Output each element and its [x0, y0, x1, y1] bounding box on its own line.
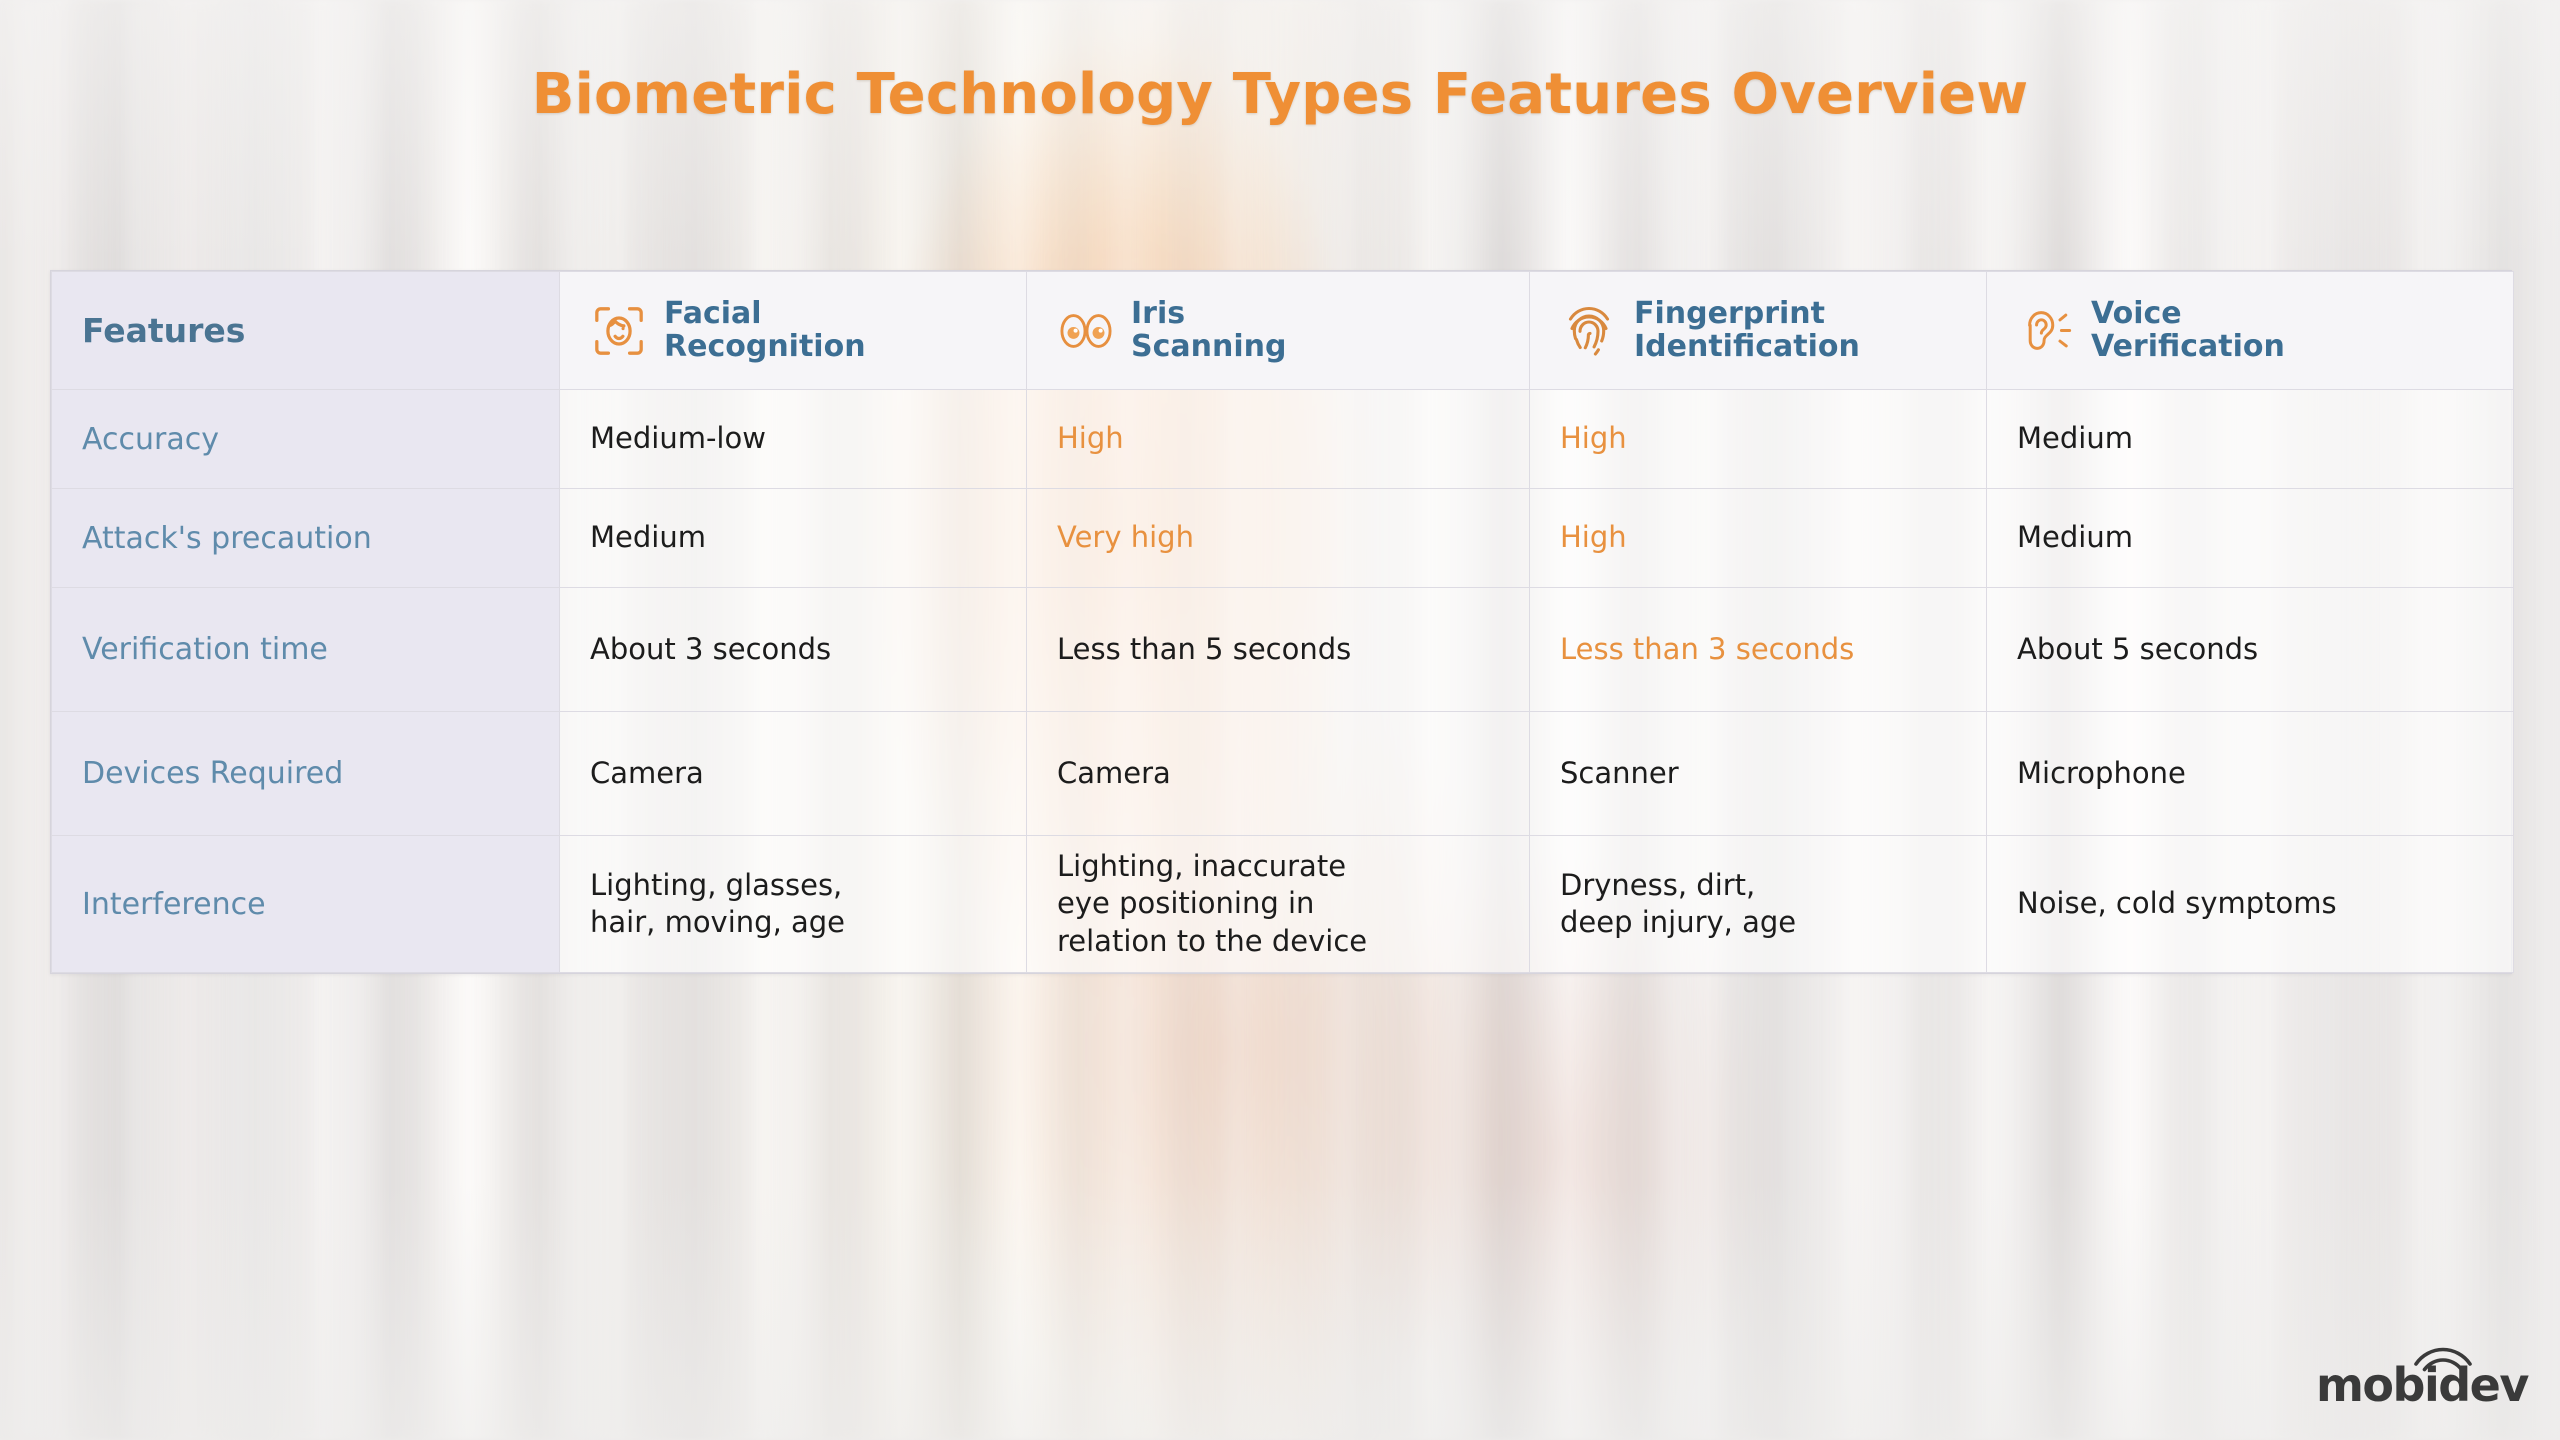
cell-attacks-precaution-fingerprint: High: [1529, 488, 1987, 588]
table-header: Features Facial Recognition Iris Scannin…: [51, 271, 2514, 390]
row-label-accuracy: Accuracy: [51, 389, 560, 489]
cell-attacks-precaution-voice: Medium: [1986, 488, 2514, 588]
cell-interference-iris: Lighting, inaccurate eye positioning in …: [1026, 835, 1530, 973]
cell-accuracy-iris: High: [1026, 389, 1530, 489]
cell-interference-fingerprint: Dryness, dirt, deep injury, age: [1529, 835, 1987, 973]
cell-devices-required-fingerprint: Scanner: [1529, 711, 1987, 836]
column-header-label: Facial Recognition: [664, 296, 866, 364]
cell-verification-time-iris: Less than 5 seconds: [1026, 587, 1530, 712]
row-label-verification-time: Verification time: [51, 587, 560, 712]
fingerprint-icon: [1560, 302, 1618, 360]
cell-devices-required-iris: Camera: [1026, 711, 1530, 836]
column-header-label: Voice Verification: [2091, 296, 2285, 364]
page-title: Biometric Technology Types Features Over…: [531, 62, 2029, 127]
table-row: Accuracy Medium-low High High Medium: [51, 389, 2514, 489]
cell-verification-time-facial: About 3 seconds: [559, 587, 1027, 712]
row-label-attacks-precaution: Attack's precaution: [51, 488, 560, 588]
column-header-label: Iris Scanning: [1131, 296, 1287, 364]
cell-interference-voice: Noise, cold symptoms: [1986, 835, 2514, 973]
cell-attacks-precaution-facial: Medium: [559, 488, 1027, 588]
table-row: Attack's precaution Medium Very high Hig…: [51, 488, 2514, 588]
column-header-iris-scanning: Iris Scanning: [1026, 271, 1530, 390]
biometric-comparison-table: Features Facial Recognition Iris Scannin…: [51, 271, 2514, 973]
cell-accuracy-voice: Medium: [1986, 389, 2514, 489]
table-row: Devices Required Camera Camera Scanner M…: [51, 711, 2514, 836]
column-header-fingerprint-identification: Fingerprint Identification: [1529, 271, 1987, 390]
column-header-facial-recognition: Facial Recognition: [559, 271, 1027, 390]
table-row: Interference Lighting, glasses, hair, mo…: [51, 835, 2514, 973]
mobidev-logo: mobidev: [2316, 1342, 2529, 1412]
cell-accuracy-fingerprint: High: [1529, 389, 1987, 489]
cell-devices-required-facial: Camera: [559, 711, 1027, 836]
logo-wordmark: mobidev: [2316, 1358, 2529, 1412]
header-row: Features Facial Recognition Iris Scannin…: [51, 271, 2514, 390]
cell-verification-time-voice: About 5 seconds: [1986, 587, 2514, 712]
row-label-interference: Interference: [51, 835, 560, 973]
cell-accuracy-facial: Medium-low: [559, 389, 1027, 489]
comparison-table-container: Features Facial Recognition Iris Scannin…: [50, 270, 2514, 974]
column-header-label: Fingerprint Identification: [1634, 296, 1860, 364]
cell-verification-time-fingerprint: Less than 3 seconds: [1529, 587, 1987, 712]
cell-interference-facial: Lighting, glasses, hair, moving, age: [559, 835, 1027, 973]
column-header-features: Features: [51, 271, 560, 390]
table-row: Verification time About 3 seconds Less t…: [51, 587, 2514, 712]
cell-devices-required-voice: Microphone: [1986, 711, 2514, 836]
column-header-voice-verification: Voice Verification: [1986, 271, 2514, 390]
table-body: Accuracy Medium-low High High Medium Att…: [51, 389, 2514, 973]
face-scan-icon: [590, 302, 648, 360]
row-label-devices-required: Devices Required: [51, 711, 560, 836]
cell-attacks-precaution-iris: Very high: [1026, 488, 1530, 588]
ear-sound-icon: [2017, 302, 2075, 360]
eyes-icon: [1057, 302, 1115, 360]
